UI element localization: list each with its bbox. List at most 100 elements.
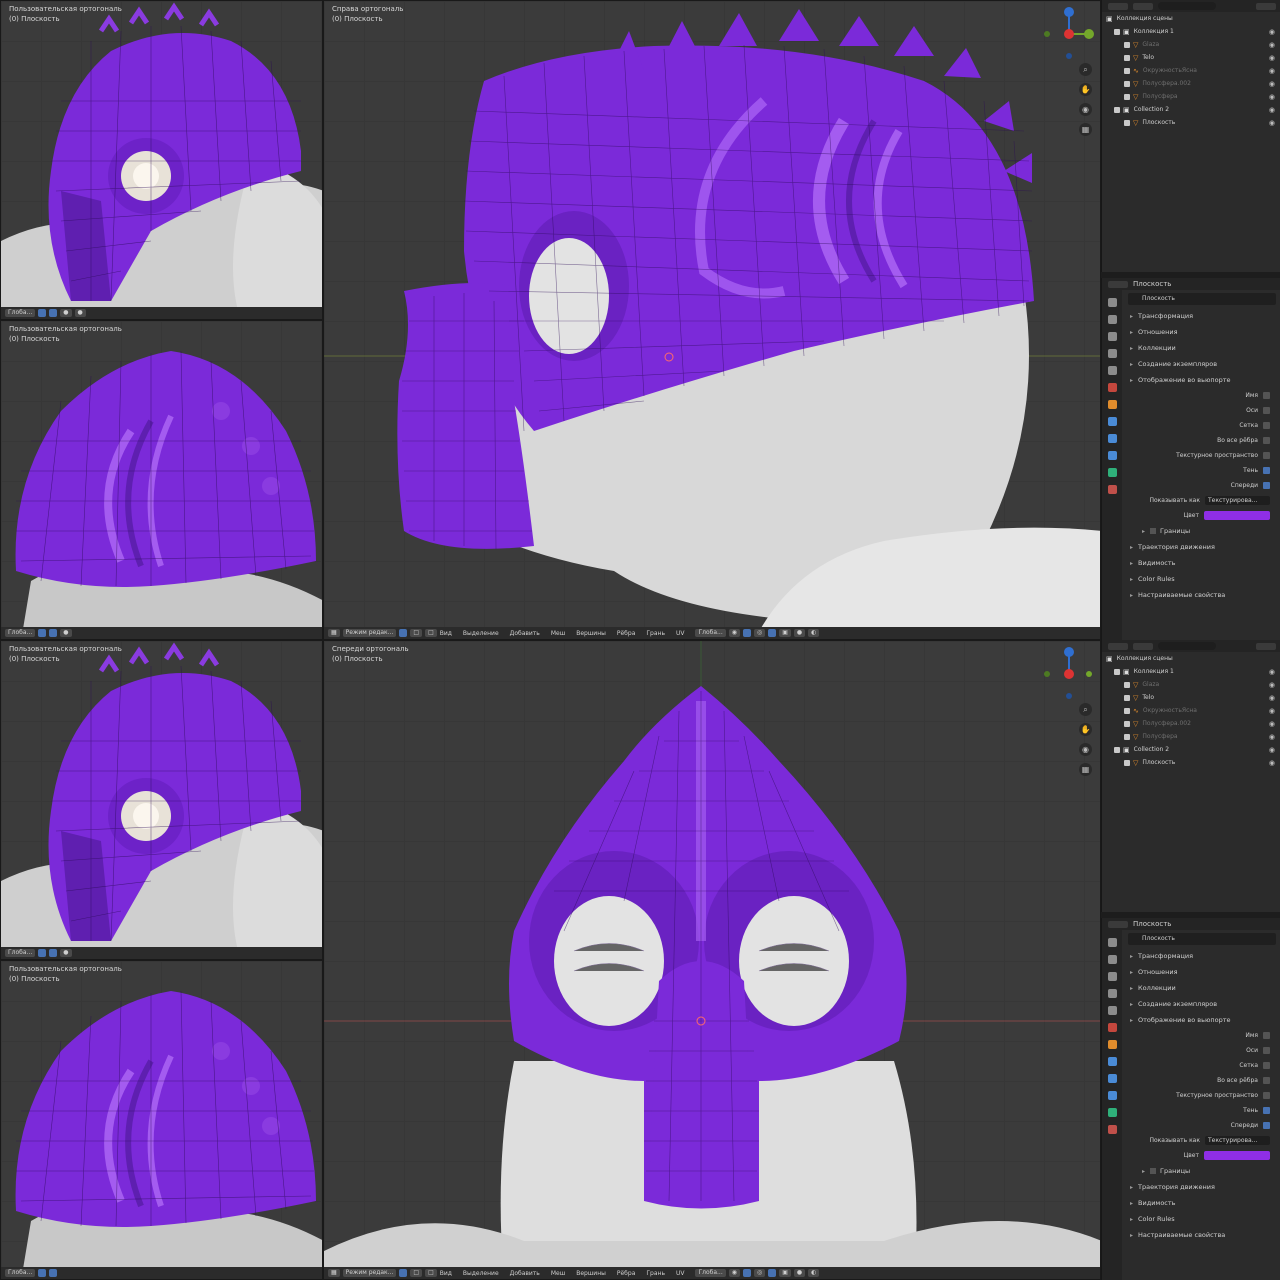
panel-section-header[interactable]: ▸ Трансформация — [1124, 948, 1280, 964]
filter-icon[interactable] — [1256, 642, 1276, 650]
visibility-eye-icon[interactable]: ◉ — [1269, 67, 1275, 75]
viewport-user-ortho-4[interactable]: Пользовательская ортогональ (0) Плоскост… — [0, 960, 323, 1280]
panel-section-header[interactable]: ▸ Настраиваемые свойства — [1124, 587, 1280, 603]
pan-hand-icon[interactable]: ✋ — [1079, 83, 1092, 96]
visibility-eye-icon[interactable]: ◉ — [1269, 54, 1275, 62]
visibility-eye-icon[interactable]: ◉ — [1269, 707, 1275, 715]
outliner-item[interactable]: ▣ Collection 2 ◉ — [1102, 743, 1280, 756]
viewport-user-ortho-3[interactable]: Пользовательская ортогональ (0) Плоскост… — [0, 640, 323, 960]
bounds-row[interactable]: ▸ Границы — [1124, 523, 1280, 539]
option-checkbox[interactable] — [1263, 1122, 1270, 1129]
display-mode-dropdown[interactable] — [1133, 642, 1153, 650]
panel-section-header[interactable]: ▸ Коллекции — [1124, 340, 1280, 356]
data-tab-icon[interactable] — [1107, 468, 1117, 477]
panel-section-header[interactable]: ▸ Color Rules — [1124, 571, 1280, 587]
object-tab-icon[interactable] — [1107, 1040, 1117, 1049]
option-checkbox[interactable] — [1263, 1047, 1270, 1054]
outliner-item[interactable]: ▣ Collection 2 ◉ — [1102, 103, 1280, 116]
particles-tab-icon[interactable] — [1107, 434, 1117, 443]
visibility-eye-icon[interactable]: ◉ — [1269, 668, 1275, 676]
vertex-select-toggle[interactable] — [399, 1269, 408, 1277]
exclude-checkbox[interactable] — [1124, 80, 1130, 87]
editor-type-dropdown[interactable] — [1108, 642, 1128, 650]
exclude-checkbox[interactable] — [1124, 759, 1130, 766]
visibility-eye-icon[interactable]: ◉ — [1269, 28, 1275, 36]
visibility-eye-icon[interactable]: ◉ — [1269, 694, 1275, 702]
menu-add[interactable]: Добавить — [510, 1270, 540, 1277]
shading-toggle[interactable]: ● — [74, 309, 86, 317]
tool-tab-icon[interactable] — [1107, 298, 1117, 307]
visibility-eye-icon[interactable]: ◉ — [1269, 759, 1275, 767]
option-checkbox[interactable] — [1263, 1092, 1270, 1099]
outliner-item[interactable]: ▽ Telo ◉ — [1102, 691, 1280, 704]
option-checkbox[interactable] — [1263, 1107, 1270, 1114]
filter-icon[interactable] — [1256, 2, 1276, 10]
viewport-user-ortho-2[interactable]: Пользовательская ортогональ (0) Плоскост… — [0, 320, 323, 640]
render-tab-icon[interactable] — [1107, 315, 1117, 324]
editor-type-icon[interactable]: ▦ — [328, 1269, 340, 1277]
camera-icon[interactable]: ◉ — [1079, 103, 1092, 116]
mode-dropdown[interactable]: Режим редак... — [342, 1269, 397, 1277]
panel-section-header[interactable]: ▸ Отношения — [1124, 964, 1280, 980]
visibility-eye-icon[interactable]: ◉ — [1269, 41, 1275, 49]
panel-section-header[interactable]: ▸ Отображение во вьюпорте — [1124, 372, 1280, 388]
menu-vertex[interactable]: Вершины — [576, 1270, 606, 1277]
visibility-eye-icon[interactable]: ◉ — [1269, 733, 1275, 741]
camera-icon[interactable]: ◉ — [1079, 743, 1092, 756]
exclude-checkbox[interactable] — [1124, 707, 1130, 714]
viewport-right-ortho[interactable]: Справа ортогональ (0) Плоскость ⌕ ✋ ◉ ▦ … — [323, 0, 1101, 640]
menu-face[interactable]: Грань — [646, 630, 665, 637]
exclude-checkbox[interactable] — [1124, 681, 1130, 688]
bounds-checkbox[interactable] — [1150, 1168, 1157, 1174]
editor-type-dropdown[interactable] — [1108, 280, 1128, 288]
panel-section-header[interactable]: ▸ Создание экземпляров — [1124, 996, 1280, 1012]
visibility-eye-icon[interactable]: ◉ — [1269, 746, 1275, 754]
solid-shading-icon[interactable]: ● — [793, 629, 806, 637]
display-mode-dropdown[interactable] — [1133, 2, 1153, 10]
transform-orientation-dropdown[interactable]: Глоба... — [695, 629, 726, 637]
option-checkbox[interactable] — [1263, 1077, 1270, 1084]
transform-orientation-dropdown[interactable]: Глоба... — [5, 949, 36, 957]
outliner-search-input[interactable] — [1158, 2, 1216, 10]
zoom-icon[interactable]: ⌕ — [1079, 63, 1092, 76]
view-layer-tab-icon[interactable] — [1107, 349, 1117, 358]
navigation-gizmo[interactable] — [1039, 646, 1099, 706]
panel-section-header[interactable]: ▸ Трансформация — [1124, 308, 1280, 324]
material-tab-icon[interactable] — [1107, 1125, 1117, 1134]
overlay-toggle[interactable] — [768, 1269, 777, 1277]
pivot-icon[interactable]: ◉ — [728, 629, 740, 637]
panel-section-header[interactable]: ▸ Создание экземпляров — [1124, 356, 1280, 372]
visibility-eye-icon[interactable]: ◉ — [1269, 720, 1275, 728]
proportional-icon[interactable]: ◎ — [754, 629, 766, 637]
ortho-grid-icon[interactable]: ▦ — [1079, 123, 1092, 136]
option-checkbox[interactable] — [1263, 392, 1270, 399]
mode-dropdown[interactable]: Режим редак... — [342, 629, 397, 637]
outliner-item[interactable]: ▣ Коллекция сцены — [1102, 12, 1280, 25]
panel-section-header[interactable]: ▸ Color Rules — [1124, 1211, 1280, 1227]
visibility-eye-icon[interactable]: ◉ — [1269, 106, 1275, 114]
pan-hand-icon[interactable]: ✋ — [1079, 723, 1092, 736]
editor-type-dropdown[interactable] — [1108, 920, 1128, 928]
material-shading-icon[interactable]: ◐ — [808, 629, 820, 637]
visibility-eye-icon[interactable]: ◉ — [1269, 93, 1275, 101]
xray-icon[interactable]: ▣ — [779, 1269, 791, 1277]
overlay-toggle[interactable] — [768, 629, 777, 637]
object-name-field[interactable]: Плоскость — [1128, 933, 1276, 945]
view-layer-tab-icon[interactable] — [1107, 989, 1117, 998]
option-checkbox[interactable] — [1263, 1062, 1270, 1069]
proportional-toggle[interactable] — [49, 949, 58, 957]
proportional-toggle[interactable] — [49, 309, 58, 317]
scene-tab-icon[interactable] — [1107, 1006, 1117, 1015]
overlay-toggle[interactable]: ● — [60, 629, 72, 637]
object-name-field[interactable]: Плоскость — [1128, 293, 1276, 305]
outliner-item[interactable]: ▽ Плоскость ◉ — [1102, 756, 1280, 769]
exclude-checkbox[interactable] — [1114, 106, 1120, 113]
material-tab-icon[interactable] — [1107, 485, 1117, 494]
proportional-toggle[interactable] — [49, 1269, 58, 1277]
option-checkbox[interactable] — [1263, 422, 1270, 429]
option-checkbox[interactable] — [1263, 482, 1270, 489]
ortho-grid-icon[interactable]: ▦ — [1079, 763, 1092, 776]
outliner-item[interactable]: ▽ Полусфера ◉ — [1102, 90, 1280, 103]
display-as-dropdown[interactable]: Текстурирова... — [1205, 496, 1270, 505]
face-select-toggle[interactable]: □ — [425, 629, 437, 637]
